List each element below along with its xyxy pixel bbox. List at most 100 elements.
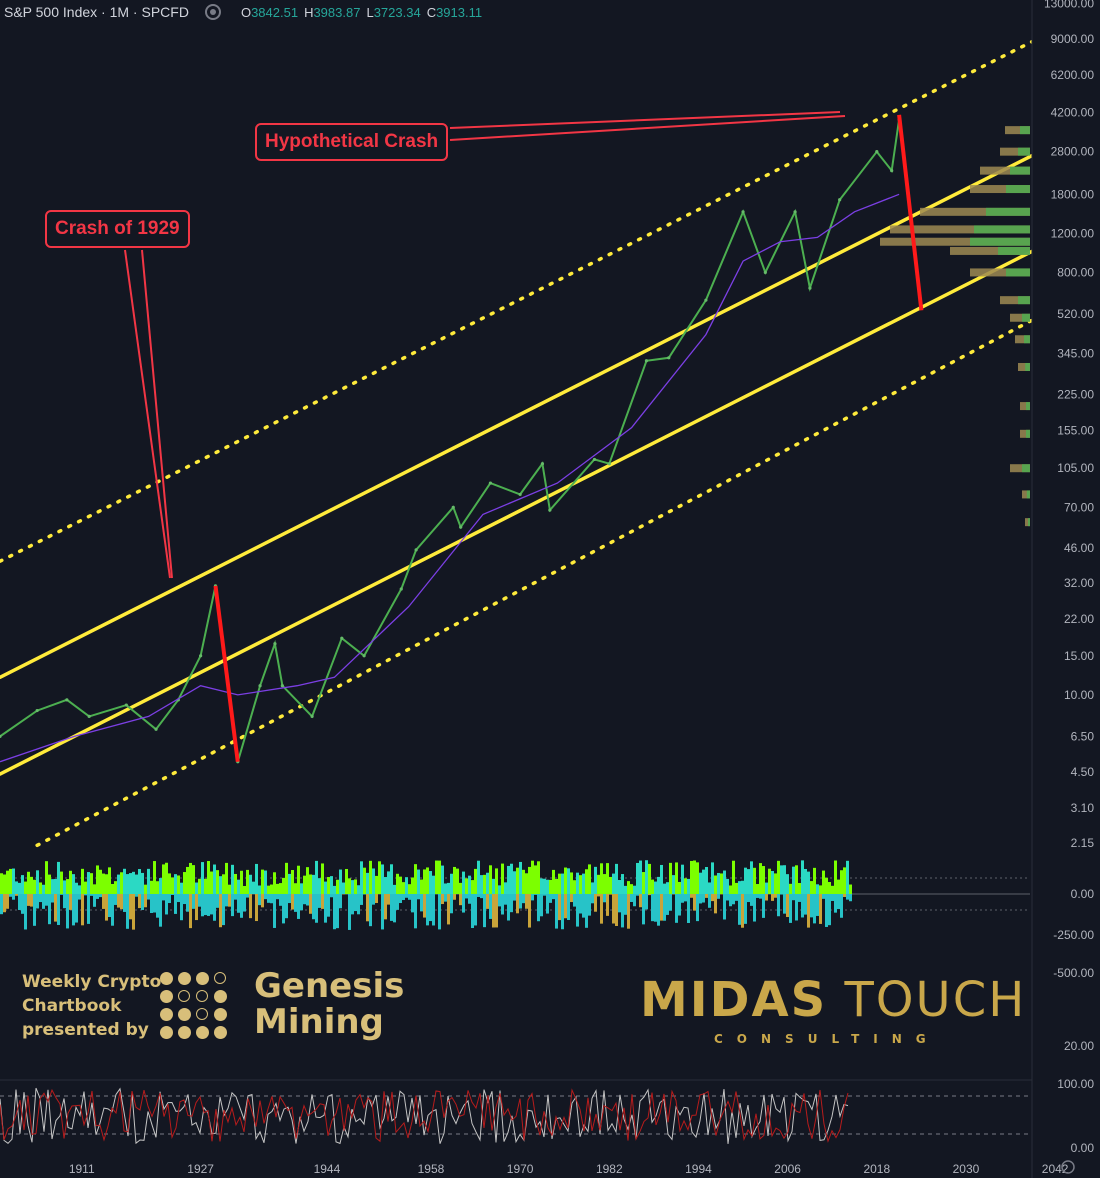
oscillator-bar [483,894,486,928]
price-point [763,270,767,275]
oscillator-bar [789,883,792,894]
oscillator-bar [465,878,468,894]
oscillator-bar [651,879,654,894]
oscillator-bar [729,885,732,894]
oscillator-bar [654,881,657,894]
oscillator-bar [30,894,33,907]
oscillator-bar [579,875,582,894]
oscillator-bar [369,860,372,894]
oscillator-bar [198,878,201,894]
oscillator-bar [642,894,645,925]
oscillator-bar [375,894,378,903]
oscillator-bar [360,861,363,894]
volume-profile-bar [1018,296,1030,305]
weekly-crypto-text: Weekly Crypto Chartbook presented by [22,970,161,1042]
oscillator-bar [165,862,168,894]
price-point [199,654,203,658]
oscillator-bar [831,894,834,901]
oscillator-bar [135,874,138,894]
oscillator-bar [468,894,471,904]
oscillator-bar [180,882,183,894]
oscillator-bar [666,882,669,894]
oscillator-bar [498,885,501,894]
y-tick-label: 345.00 [1057,347,1094,361]
oscillator-bar [342,882,345,894]
oscillator-bar [756,894,759,898]
oscillator-bar [27,871,30,894]
oscillator-bar [471,894,474,929]
oscillator-bar [720,873,723,894]
oscillator-bar [90,894,93,896]
oscillator-bar [324,881,327,894]
symbol-label[interactable]: S&P 500 Index · 1M · SPCFD [4,4,189,20]
oscillator-bar [657,876,660,894]
oscillator-bar [66,894,69,929]
y-tick-label: 46.00 [1064,541,1094,555]
oscillator-bar [444,883,447,894]
oscillator-bar [102,894,105,909]
oscillator-bar [585,869,588,894]
volume-profile-bar [1006,268,1030,277]
high-value: 3983.87 [313,4,361,20]
oscillator-bar [144,884,147,894]
oscillator-bar [438,860,441,894]
oscillator-bar [312,894,315,920]
oscillator-bar [276,883,279,894]
oscillator-bar [585,894,588,928]
oscillator-bar [81,868,84,894]
oscillator-bar [231,894,234,917]
oscillator-bar [147,868,150,894]
hypothetical-crash-callout[interactable]: Hypothetical Crash [255,123,449,161]
oscillator-bar [39,894,42,903]
oscillator-bar [426,894,429,926]
oscillator-bar [348,894,351,930]
oscillator-bar [513,871,516,894]
oscillator-bar [723,894,726,920]
price-point [87,714,91,719]
oscillator-bar [492,878,495,894]
oscillator-bar [378,861,381,894]
oscillator-bar [786,874,789,894]
stochastic-tick-label: 0.00 [1071,1141,1095,1155]
oscillator-bar [759,894,762,899]
volume-profile-bar [1026,429,1030,438]
oscillator-bar [261,894,264,908]
oscillator-bar [753,894,756,922]
oscillator-bar [507,865,510,894]
oscillator-bar [612,894,615,924]
oscillator-bar [687,894,690,923]
oscillator-bar [144,894,147,908]
oscillator-bar [351,894,354,915]
oscillator-bar [684,878,687,894]
oscillator-bar [627,894,630,929]
oscillator-bar [486,872,489,894]
oscillator-bar [603,874,606,894]
oscillator-bar [222,894,225,926]
x-tick-label: 2030 [953,1162,980,1176]
oscillator-bar [741,894,744,928]
price-point [340,636,344,640]
oscillator-bar [558,894,561,921]
crash-1929-callout[interactable]: Crash of 1929 [45,210,190,248]
price-point [124,703,128,707]
oscillator-bar [249,874,252,894]
oscillator-bar [717,894,720,899]
x-tick-label: 2006 [774,1162,801,1176]
oscillator-bar [357,894,360,915]
oscillator-bar [648,894,651,896]
oscillator-bar [414,894,417,929]
eye-icon[interactable] [204,4,221,20]
oscillator-bar [186,866,189,894]
oscillator-bar [582,894,585,918]
oscillator-bar [840,894,843,918]
oscillator-bar [633,894,636,907]
oscillator-bar [411,894,414,913]
oscillator-bar [633,885,636,894]
oscillator-bar [354,894,357,912]
oscillator-bar [624,885,627,894]
oscillator-bar [528,866,531,894]
oscillator-bar [417,894,420,900]
chart-legend-header: S&P 500 Index · 1M · SPCFD O 3842.51 H 398… [4,2,482,22]
oscillator-bar [639,860,642,894]
oscillator-bar [177,875,180,894]
